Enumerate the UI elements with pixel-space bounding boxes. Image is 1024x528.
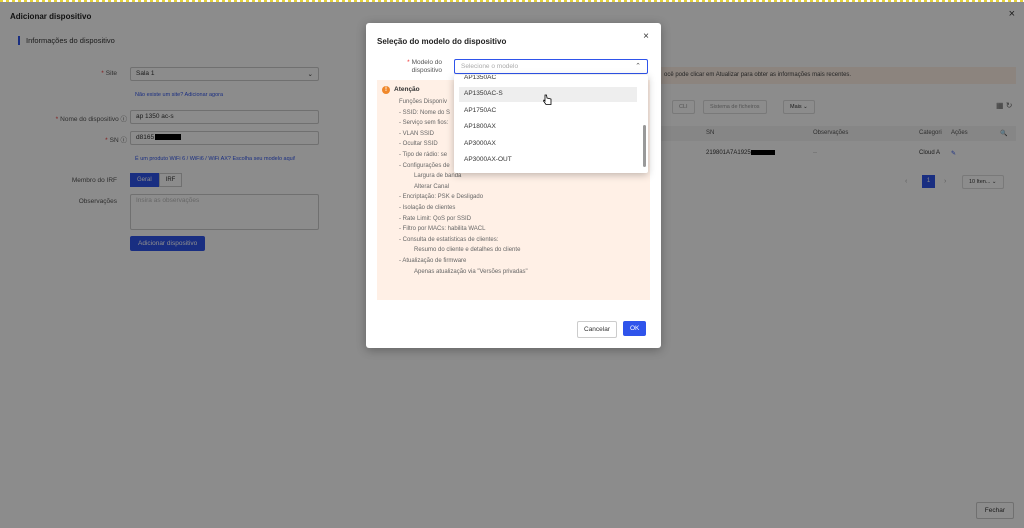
ok-button[interactable]: OK <box>623 321 647 336</box>
dropdown-scrollbar[interactable] <box>643 125 646 167</box>
model-option[interactable]: AP3000AX-OUT <box>459 153 637 168</box>
model-dropdown: AP1350AC AP1350AC-S AP1750AC AP1800AX AP… <box>454 75 648 173</box>
chevron-up-icon: ⌃ <box>635 63 641 70</box>
top-border <box>0 0 1024 2</box>
model-label: * Modelo do dispositivo <box>407 59 442 74</box>
model-option[interactable]: AP1750AC <box>459 104 637 119</box>
close-icon[interactable]: × <box>643 31 649 42</box>
hand-cursor-icon <box>543 94 552 105</box>
model-option[interactable]: AP1350AC <box>459 75 637 86</box>
modal-title: Seleção do modelo do dispositivo <box>377 37 507 46</box>
model-select[interactable]: Selecione o modelo ⌃ <box>454 59 648 74</box>
warning-title: Atenção <box>394 86 420 93</box>
model-option[interactable]: AP1800AX <box>459 120 637 135</box>
warning-icon: ! <box>382 86 390 94</box>
model-option[interactable]: AP3000AX <box>459 137 637 152</box>
model-selection-modal: Seleção do modelo do dispositivo × * Mode… <box>366 23 661 348</box>
cancel-button[interactable]: Cancelar <box>577 321 618 338</box>
